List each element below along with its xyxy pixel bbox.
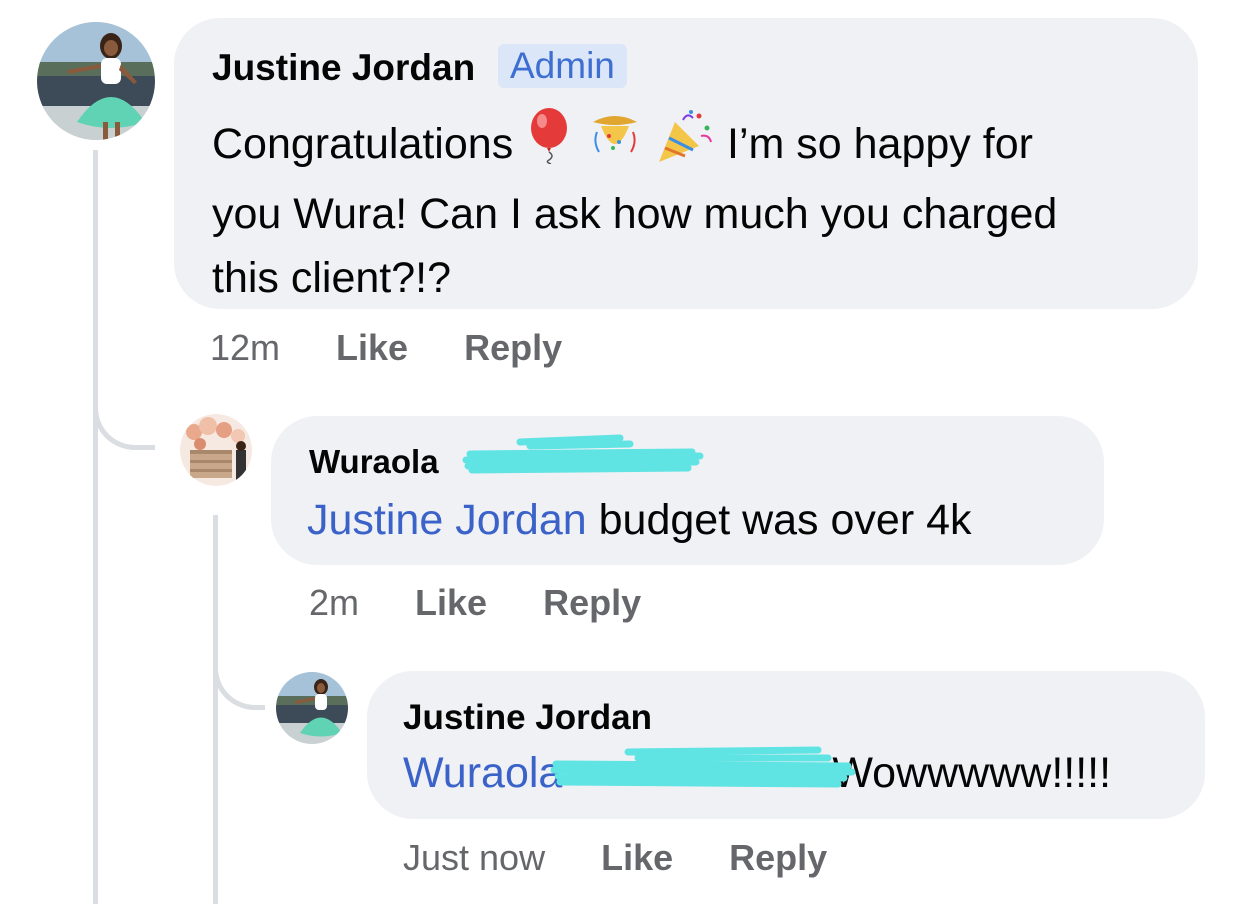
- comment-text: Congratulations I’m so happy for you Wur…: [212, 108, 1192, 310]
- comment-text: Justine Jordan budget was over 4k: [307, 488, 972, 552]
- comment-author[interactable]: Justine Jordan: [403, 697, 652, 739]
- comment-text: Wuraola Wowwwww!!!!!: [403, 741, 1111, 805]
- comment-meta: 2m Like Reply: [309, 583, 641, 623]
- admin-badge: Admin: [498, 44, 627, 88]
- comment-text-line: budget was over 4k: [586, 496, 972, 544]
- avatar[interactable]: [37, 22, 155, 140]
- comment-bubble[interactable]: Justine Jordan Admin Congratulations I’m…: [174, 18, 1198, 309]
- reply-button[interactable]: Reply: [543, 582, 641, 623]
- comment-text-line: you Wura! Can I ask how much you charged: [212, 190, 1058, 238]
- balloon-emoji: [525, 108, 575, 182]
- thread-elbow-reply-1: [93, 380, 155, 450]
- comment-meta: 12m Like Reply: [210, 328, 562, 368]
- thread-line-reply: [213, 515, 218, 904]
- comment-text-line: this client?!?: [212, 254, 452, 302]
- avatar[interactable]: [276, 672, 348, 744]
- avatar[interactable]: [180, 414, 252, 486]
- comment-meta: Just now Like Reply: [403, 838, 827, 878]
- comment-author[interactable]: Wuraola: [309, 442, 439, 482]
- thread-line-main: [93, 150, 98, 904]
- thread-elbow-reply-2: [213, 640, 265, 710]
- comment-bubble[interactable]: Justine Jordan Wuraola Wowwwww!!!!!: [367, 671, 1205, 819]
- comment-timestamp[interactable]: Just now: [403, 837, 545, 878]
- comment-text-line: Wowwwww!!!!!: [832, 749, 1112, 797]
- confetti-ball-emoji: [587, 108, 643, 182]
- comment-timestamp[interactable]: 2m: [309, 582, 359, 623]
- comment-text-line: I’m so happy for: [727, 120, 1033, 168]
- mention-link[interactable]: Wuraola: [403, 749, 562, 797]
- reply-button[interactable]: Reply: [464, 327, 562, 368]
- comment-bubble[interactable]: Wuraola Justine Jordan budget was over 4…: [271, 416, 1104, 565]
- comment-timestamp[interactable]: 12m: [210, 327, 280, 368]
- party-popper-emoji: [655, 108, 715, 182]
- like-button[interactable]: Like: [336, 327, 408, 368]
- mention-link[interactable]: Justine Jordan: [307, 496, 587, 544]
- comment-text-line: Congratulations: [212, 120, 514, 168]
- reply-button[interactable]: Reply: [729, 837, 827, 878]
- like-button[interactable]: Like: [415, 582, 487, 623]
- like-button[interactable]: Like: [601, 837, 673, 878]
- comment-author[interactable]: Justine Jordan: [212, 46, 475, 90]
